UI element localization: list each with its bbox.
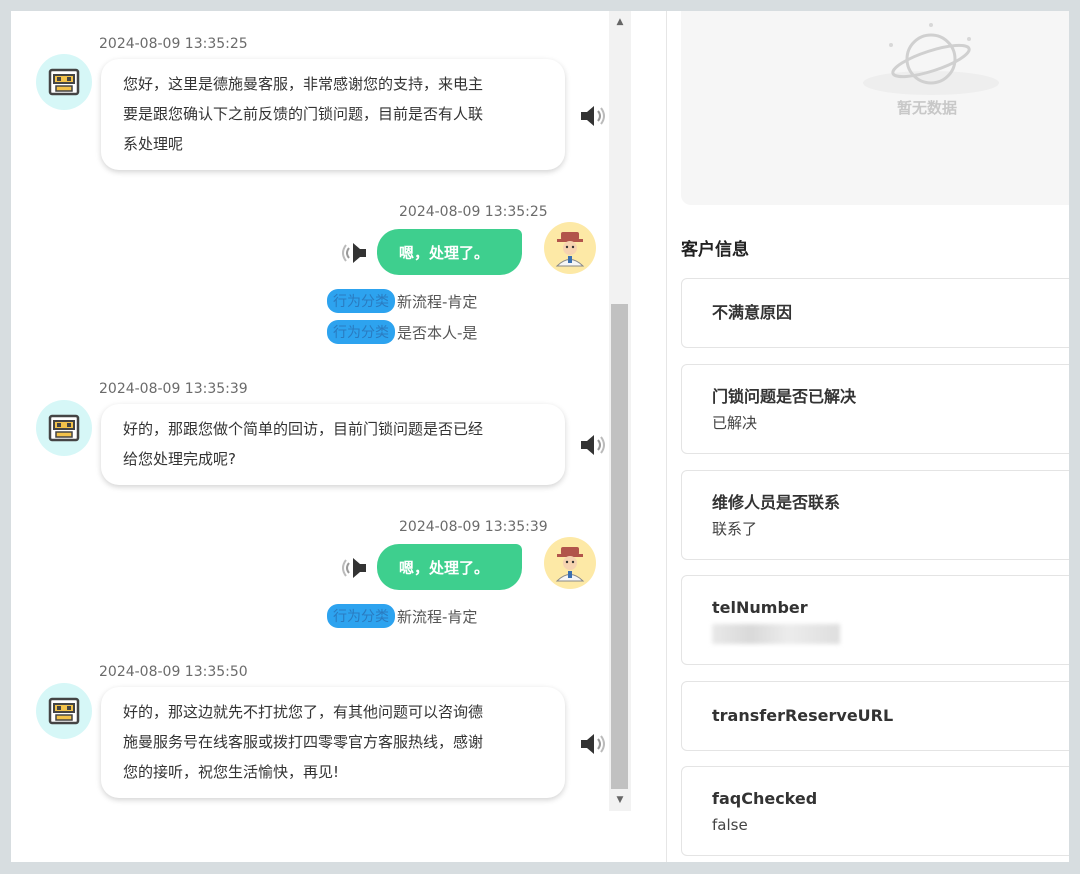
robot-icon: [36, 400, 92, 456]
robot-icon: [36, 683, 92, 739]
chat-scrollbar[interactable]: ▲ ▼: [609, 11, 631, 811]
message-line: 施曼服务号在线客服或拨打四零零官方客服热线，感谢: [123, 733, 484, 751]
speaker-icon[interactable]: [338, 556, 368, 580]
message-line: 好的，那这边就先不打扰您了，有其他问题可以咨询德: [123, 703, 484, 721]
bot-message-bubble: 好的，那这边就先不打扰您了，有其他问题可以咨询德 施曼服务号在线客服或拨打四零零…: [101, 687, 565, 798]
message-line: 您好，这里是德施曼客服，非常感谢您的支持，来电主: [123, 75, 484, 93]
behavior-tag-value: 新流程-肯定: [397, 292, 478, 311]
behavior-tag-row: 行为分类 是否本人-是: [327, 320, 477, 344]
app-frame: 2024-08-09 13:35:25 您好，这里是德施曼客服，非常感谢您的支持…: [11, 11, 1069, 862]
bot-message-bubble: 您好，这里是德施曼客服，非常感谢您的支持，来电主 要是跟您确认下之前反馈的门锁问…: [101, 59, 565, 170]
redacted-value: [712, 624, 840, 644]
user-message-bubble: 嗯，处理了。: [377, 544, 522, 590]
info-card-label: transferReserveURL: [712, 706, 894, 725]
info-card-value: 已解决: [712, 414, 758, 432]
message-line: 系处理呢: [123, 135, 184, 153]
message-timestamp: 2024-08-09 13:35:39: [399, 519, 548, 535]
behavior-tag: 行为分类: [327, 289, 395, 313]
empty-state-text: 暂无数据: [897, 99, 958, 117]
info-card-label: telNumber: [712, 598, 808, 617]
panel-divider: [666, 11, 667, 862]
info-card-transfer-reserve-url: transferReserveURL: [681, 681, 1069, 751]
info-card-repair-contacted: 维修人员是否联系 联系了: [681, 470, 1069, 560]
info-card-dissatisfaction-reason: 不满意原因: [681, 278, 1069, 348]
behavior-tag-value: 新流程-肯定: [397, 607, 478, 626]
info-card-lock-resolved: 门锁问题是否已解决 已解决: [681, 364, 1069, 454]
info-card-tel-number: telNumber: [681, 575, 1069, 665]
chat-panel: 2024-08-09 13:35:25 您好，这里是德施曼客服，非常感谢您的支持…: [11, 11, 631, 811]
message-timestamp: 2024-08-09 13:35:25: [99, 36, 248, 52]
message-timestamp: 2024-08-09 13:35:39: [99, 381, 248, 397]
message-line: 给您处理完成呢?: [123, 450, 236, 468]
speaker-icon[interactable]: [579, 732, 609, 756]
message-timestamp: 2024-08-09 13:35:25: [399, 204, 548, 220]
behavior-tag-row: 行为分类 新流程-肯定: [327, 289, 477, 313]
user-avatar-icon: [544, 537, 596, 589]
empty-state: 暂无数据: [681, 11, 1069, 205]
info-card-label: faqChecked: [712, 789, 818, 808]
user-message-bubble: 嗯，处理了。: [377, 229, 522, 275]
scrollbar-thumb[interactable]: [611, 304, 628, 789]
speaker-icon[interactable]: [338, 241, 368, 265]
info-card-label: 维修人员是否联系: [712, 493, 841, 512]
scroll-down-arrow-icon[interactable]: ▼: [609, 791, 631, 809]
message-timestamp: 2024-08-09 13:35:50: [99, 664, 248, 680]
speaker-icon[interactable]: [579, 433, 609, 457]
customer-info-title: 客户信息: [681, 240, 749, 260]
info-card-label: 不满意原因: [712, 303, 793, 322]
customer-panel: 暂无数据 客户信息 不满意原因 门锁问题是否已解决 已解决 维修人员是否联系 联…: [681, 11, 1069, 862]
info-card-faq-checked: faqChecked false: [681, 766, 1069, 856]
info-card-label: 门锁问题是否已解决: [712, 387, 857, 406]
behavior-tag-value: 是否本人-是: [397, 323, 478, 342]
message-line: 好的，那跟您做个简单的回访，目前门锁问题是否已经: [123, 420, 484, 438]
user-avatar-icon: [544, 222, 596, 274]
scroll-up-arrow-icon[interactable]: ▲: [609, 13, 631, 31]
message-line: 要是跟您确认下之前反馈的门锁问题，目前是否有人联: [123, 105, 484, 123]
behavior-tag-row: 行为分类 新流程-肯定: [327, 604, 477, 628]
behavior-tag: 行为分类: [327, 604, 395, 628]
info-card-value: false: [712, 816, 748, 834]
bot-message-bubble: 好的，那跟您做个简单的回访，目前门锁问题是否已经 给您处理完成呢?: [101, 404, 565, 485]
robot-icon: [36, 54, 92, 110]
behavior-tag: 行为分类: [327, 320, 395, 344]
info-card-value: 联系了: [712, 520, 758, 538]
speaker-icon[interactable]: [579, 104, 609, 128]
planet-icon: [863, 23, 999, 95]
message-line: 您的接听，祝您生活愉快，再见!: [123, 763, 340, 781]
